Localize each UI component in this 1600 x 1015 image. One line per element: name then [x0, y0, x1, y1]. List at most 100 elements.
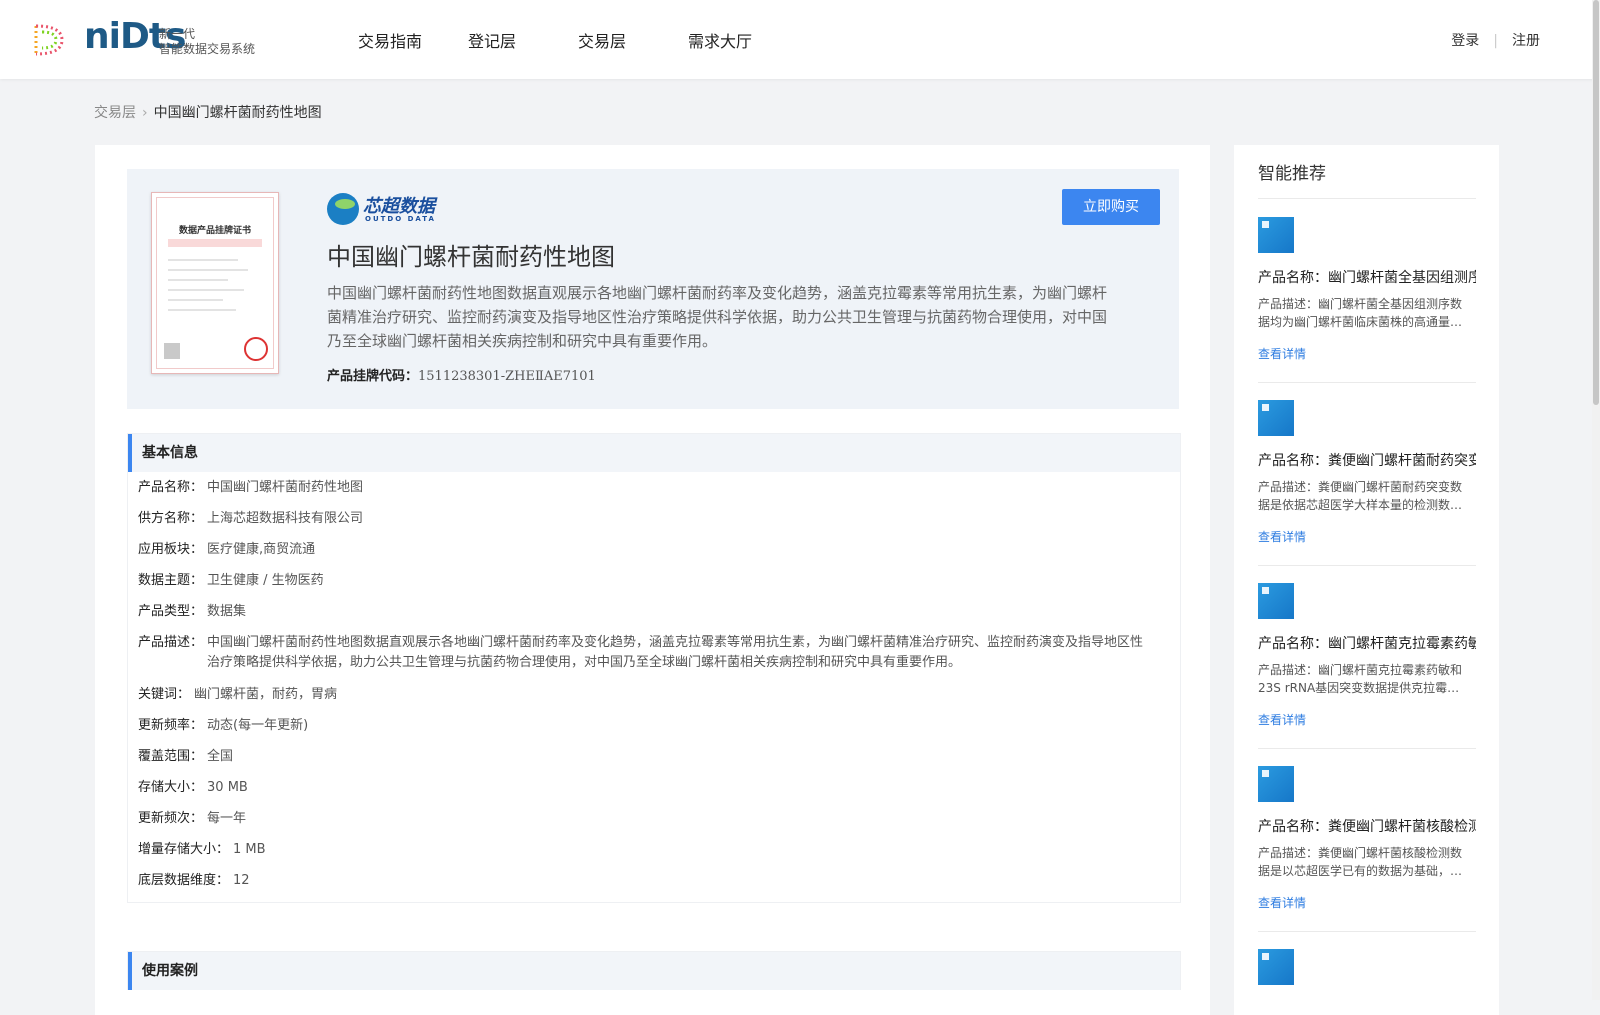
info-row-label: 产品名称： [138, 480, 204, 495]
basic-info-list: 产品名称： 中国幽门螺杆菌耐药性地图 供方名称： 上海芯超数据科技有限公司 应用板块：医… [128, 472, 1180, 890]
info-row-value: 30 MB [207, 780, 248, 795]
basic-info-heading: 基本信息 [128, 434, 1180, 472]
breadcrumb: 交易层 › 中国幽门螺杆菌耐药性地图 [94, 102, 322, 122]
info-row-label: 产品类型： [138, 604, 204, 619]
info-row: 产品名称： 中国幽门螺杆菌耐药性地图 [138, 478, 1180, 497]
listing-code-label: 产品挂牌代码： [327, 369, 419, 384]
logo-tagline: 新一代 智能数据交易系统 [159, 27, 255, 57]
use-cases-section: 使用案例 [127, 951, 1181, 990]
recommendation-title: 智能推荐 [1258, 164, 1326, 184]
info-row-label: 存储大小： [138, 780, 204, 795]
certificate-image[interactable]: 数据产品挂牌证书 [151, 192, 279, 374]
site-logo[interactable]: niDts 新一代 智能数据交易系统 [28, 16, 268, 62]
info-row-value: 12 [233, 873, 250, 888]
scrollbar-thumb[interactable] [1593, 0, 1599, 405]
info-row-value: 中国幽门螺杆菌耐药性地图 [207, 480, 364, 495]
chevron-right-icon: › [142, 105, 148, 121]
view-details-link[interactable]: 查看详情 [1258, 894, 1306, 911]
info-row: 数据主题： 卫生健康 / 生物医药 [138, 571, 1180, 590]
recommendation-description: 产品描述：幽门螺杆菌克拉霉素药敏和23S rRNA基因突变数据提供克拉霉素耐药相… [1258, 663, 1463, 695]
recommendation-name[interactable]: 产品名称：幽门螺杆菌克拉霉素药敏数据 [1258, 633, 1476, 653]
page-scrollbar[interactable] [1592, 0, 1600, 1000]
info-row-label: 关键词： [138, 687, 191, 702]
nav-demand-hall[interactable]: 需求大厅 [688, 28, 752, 52]
use-cases-heading: 使用案例 [128, 952, 1180, 990]
info-row: 供方名称： 上海芯超数据科技有限公司 [138, 509, 1180, 528]
logo-tagline-line1: 新一代 [159, 27, 196, 41]
seal-icon [244, 337, 268, 361]
certificate-line [168, 289, 244, 291]
recommendation-item[interactable]: 产品名称：粪便幽门螺杆菌耐药突变数据产品描述：粪便幽门螺杆菌耐药突变数据是依据芯… [1258, 400, 1476, 587]
info-row-value: 幽门螺杆菌，耐药，胃病 [194, 687, 338, 702]
info-row: 关键词： 幽门螺杆菌，耐药，胃病 [138, 685, 1180, 704]
view-details-link[interactable]: 查看详情 [1258, 711, 1306, 728]
certificate-line [168, 279, 228, 281]
buy-now-button[interactable]: 立即购买 [1062, 189, 1160, 225]
product-thumbnail-icon[interactable] [1258, 949, 1294, 985]
auth-divider: | [1493, 33, 1498, 49]
info-row-value: 1 MB [233, 842, 266, 857]
breadcrumb-parent[interactable]: 交易层 [94, 105, 136, 121]
recommendation-description: 产品描述：粪便幽门螺杆菌耐药突变数据是依据芯超医学大样本量的检测数据整理而成 [1258, 480, 1463, 512]
divider [1258, 198, 1476, 199]
login-link[interactable]: 登录 [1451, 33, 1479, 49]
info-row-label: 覆盖范围： [138, 749, 204, 764]
info-row-value: 上海芯超数据科技有限公司 [207, 511, 364, 526]
info-row-value: 医疗健康,商贸流通 [207, 542, 316, 557]
info-row-value: 中国幽门螺杆菌耐药性地图数据直观展示各地幽门螺杆菌耐药率及变化趋势，涵盖克拉霉素… [207, 635, 1144, 670]
divider [1258, 565, 1476, 566]
info-row: 覆盖范围： 全国 [138, 747, 1180, 766]
certificate-line [168, 259, 238, 261]
nav-registration-layer[interactable]: 登记层 [468, 28, 516, 52]
recommendation-item[interactable]: 产品名称：粪便幽门螺杆菌核酸检测数据产品描述：粪便幽门螺杆菌核酸检测数据是以芯超… [1258, 766, 1476, 953]
info-row-label: 增量存储大小： [138, 842, 230, 857]
info-row-value: 数据集 [207, 604, 247, 619]
info-row-label: 应用板块： [138, 542, 204, 557]
info-row-value: 卫生健康 / 生物医药 [207, 573, 324, 588]
listing-code-value: 1511238301-ZHEⅡAE7101 [418, 369, 596, 384]
info-row-value: 全国 [207, 749, 234, 764]
nav-trading-layer[interactable]: 交易层 [578, 28, 626, 52]
recommendation-panel: 智能推荐 产品名称：幽门螺杆菌全基因组测序数据产品描述：幽门螺杆菌全基因组测序数… [1234, 145, 1499, 1015]
certificate-line [168, 269, 248, 271]
info-row: 存储大小： 30 MB [138, 778, 1180, 797]
product-thumbnail-icon[interactable] [1258, 583, 1294, 619]
product-title: 中国幽门螺杆菌耐药性地图 [327, 243, 615, 271]
divider [1258, 382, 1476, 383]
info-row-label: 更新频次： [138, 811, 204, 826]
view-details-link[interactable]: 查看详情 [1258, 345, 1306, 362]
logo-tagline-line2: 智能数据交易系统 [159, 42, 256, 56]
info-row-label: 供方名称： [138, 511, 204, 526]
info-row: 更新频次： 每一年 [138, 809, 1180, 828]
listing-code: 产品挂牌代码：1511238301-ZHEⅡAE7101 [327, 365, 596, 384]
product-summary: 数据产品挂牌证书 芯超数据 OUTDO DATA 立即购买 中国幽门螺杆菌耐药性… [127, 169, 1179, 409]
qr-code-icon [164, 343, 180, 359]
info-row-value: 每一年 [207, 811, 247, 826]
recommendation-name[interactable]: 产品名称：粪便幽门螺杆菌耐药突变数据 [1258, 450, 1476, 470]
info-row-label: 产品描述： [138, 635, 204, 650]
logo-mark-icon [34, 24, 64, 56]
certificate-banner [168, 239, 262, 247]
basic-info-section: 基本信息 产品名称： 中国幽门螺杆菌耐药性地图 供方名称： 上海芯超数据科技有限公司应… [127, 433, 1181, 903]
product-thumbnail-icon[interactable] [1258, 766, 1294, 802]
nav-trading-guide[interactable]: 交易指南 [358, 28, 422, 52]
recommendation-name[interactable]: 产品名称：粪便幽门螺杆菌核酸检测数据 [1258, 816, 1476, 836]
certificate-title: 数据产品挂牌证书 [178, 226, 251, 236]
certificate-line [168, 309, 236, 311]
product-thumbnail-icon[interactable] [1258, 217, 1294, 253]
product-thumbnail-icon[interactable] [1258, 400, 1294, 436]
recommendation-item[interactable]: 产品名称：幽门螺杆菌全基因组测序数据产品描述：幽门螺杆菌全基因组测序数据均为幽门… [1258, 217, 1476, 404]
recommendation-description: 产品描述：粪便幽门螺杆菌核酸检测数据是以芯超医学已有的数据为基础，进行整理 [1258, 846, 1463, 878]
view-details-link[interactable]: 查看详情 [1258, 528, 1306, 545]
register-link[interactable]: 注册 [1512, 33, 1540, 49]
info-row-label: 数据主题： [138, 573, 204, 588]
recommendation-name[interactable]: 产品名称：幽门螺杆菌全基因组测序数据 [1258, 267, 1476, 287]
recommendation-item[interactable]: 产品名称：幽门螺杆菌克拉霉素药敏数据产品描述：幽门螺杆菌克拉霉素药敏和23S r… [1258, 583, 1476, 770]
top-header: niDts 新一代 智能数据交易系统 交易指南 登记层 交易层 需求大厅 登录 |… [0, 0, 1600, 79]
recommendation-description: 产品描述：幽门螺杆菌全基因组测序数据均为幽门螺杆菌临床菌株的高通量测序数据 [1258, 297, 1463, 329]
info-row-value: 动态(每一年更新) [207, 718, 309, 733]
divider [1258, 931, 1476, 932]
product-detail-card: 数据产品挂牌证书 芯超数据 OUTDO DATA 立即购买 中国幽门螺杆菌耐药性… [95, 145, 1210, 1015]
divider [1258, 748, 1476, 749]
info-row: 产品类型： 数据集 [138, 602, 1180, 621]
